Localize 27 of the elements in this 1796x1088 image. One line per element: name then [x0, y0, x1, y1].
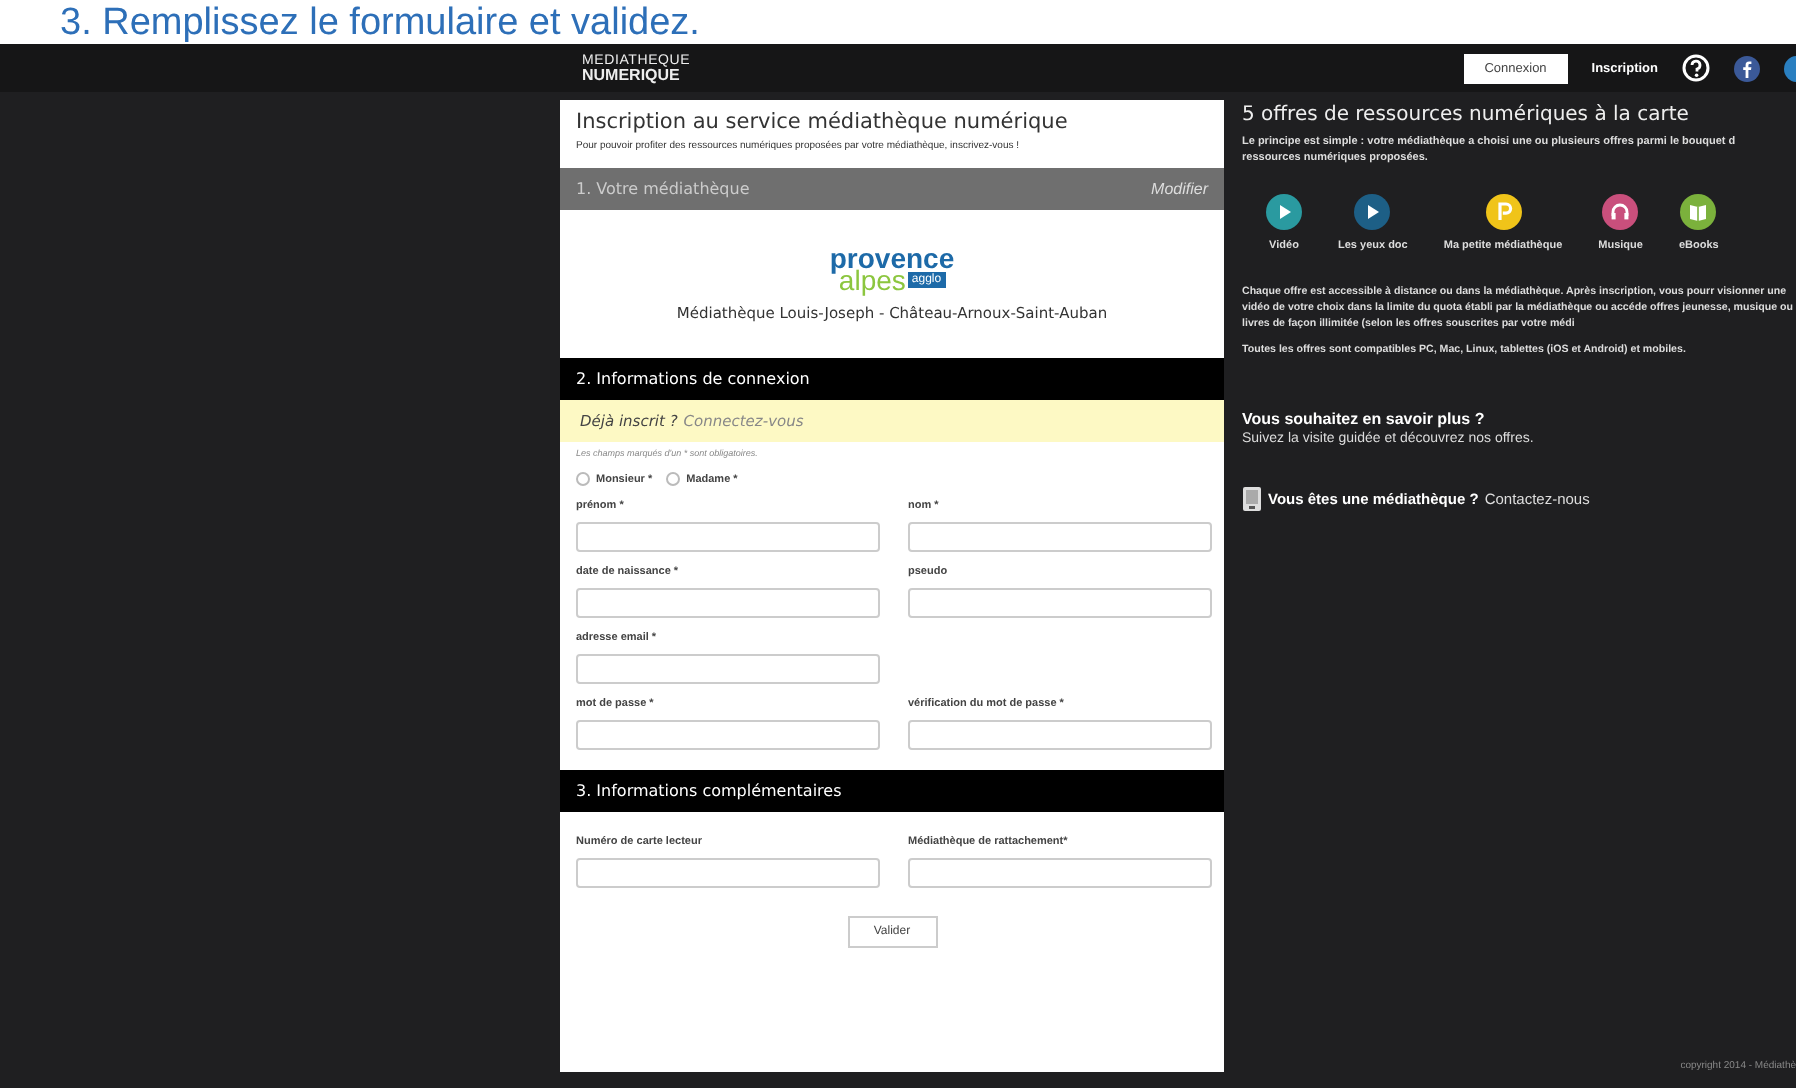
input-field[interactable]	[908, 720, 1212, 750]
input-field[interactable]	[576, 588, 880, 618]
tablet-icon	[1242, 486, 1262, 512]
modify-link[interactable]: Modifier	[1151, 180, 1208, 198]
headphones-icon[interactable]	[1602, 194, 1639, 230]
facebook-icon[interactable]	[1734, 55, 1760, 81]
radio-button[interactable]	[666, 472, 681, 486]
section-title: 2. Informations de connexion	[576, 370, 810, 388]
letter-p-icon[interactable]	[1485, 194, 1521, 230]
input-field[interactable]	[576, 858, 880, 888]
offers-title: 5 offres de ressources numériques à la carte	[1242, 104, 1691, 126]
input-field[interactable]	[576, 720, 880, 750]
input-field[interactable]	[576, 654, 880, 684]
book-icon[interactable]	[1680, 194, 1717, 230]
section-title: 3. Informations complémentaires	[576, 782, 842, 800]
instruction-caption: 3. Remplissez le formulaire et validez.	[60, 2, 700, 44]
section-title: 1. Votre médiathèque	[576, 180, 750, 198]
form-title: Inscription au service médiathèque numérique	[576, 110, 1070, 134]
help-icon[interactable]	[1682, 54, 1710, 82]
input-field[interactable]	[908, 522, 1212, 552]
radio-button[interactable]	[576, 472, 590, 486]
input-field[interactable]	[908, 588, 1212, 618]
input-field[interactable]	[576, 522, 880, 552]
input-field[interactable]	[908, 858, 1212, 888]
play-icon[interactable]	[1354, 194, 1391, 230]
learn-more-title: Vous souhaitez en savoir plus ?	[1242, 410, 1487, 428]
play-icon[interactable]	[1266, 194, 1302, 230]
